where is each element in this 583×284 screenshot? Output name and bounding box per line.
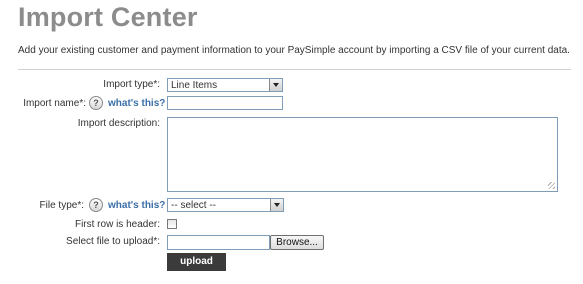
page-title: Import Center — [18, 2, 198, 32]
import-name-input[interactable] — [167, 96, 283, 110]
file-path-input[interactable] — [167, 235, 270, 250]
file-type-value: -- select -- — [171, 200, 216, 211]
file-upload-label: Select file to upload*: — [66, 236, 160, 247]
help-icon[interactable]: ? — [89, 198, 103, 212]
import-name-label: Import name*: — [23, 98, 86, 109]
file-type-select[interactable]: -- select -- — [167, 198, 284, 212]
upload-button[interactable]: upload — [167, 253, 226, 271]
import-type-value: Line Items — [171, 80, 218, 91]
import-type-select[interactable]: Line Items — [167, 78, 283, 92]
first-row-header-label: First row is header: — [74, 219, 160, 230]
file-type-whats-this-link[interactable]: what's this? — [108, 200, 165, 211]
import-description-label: Import description: — [77, 118, 160, 129]
browse-button[interactable]: Browse... — [270, 235, 324, 250]
chevron-down-icon — [270, 199, 283, 211]
page-description: Add your existing customer and payment i… — [18, 45, 570, 56]
import-type-label: Import type*: — [103, 79, 160, 90]
header-divider — [18, 69, 571, 70]
first-row-header-checkbox[interactable] — [167, 219, 177, 229]
import-name-whats-this-link[interactable]: what's this? — [108, 98, 165, 109]
help-icon[interactable]: ? — [89, 96, 103, 110]
chevron-down-icon — [269, 79, 282, 91]
file-type-label: File type*: — [39, 200, 84, 211]
resize-handle-icon[interactable] — [548, 182, 555, 189]
import-description-textarea[interactable] — [167, 117, 558, 192]
